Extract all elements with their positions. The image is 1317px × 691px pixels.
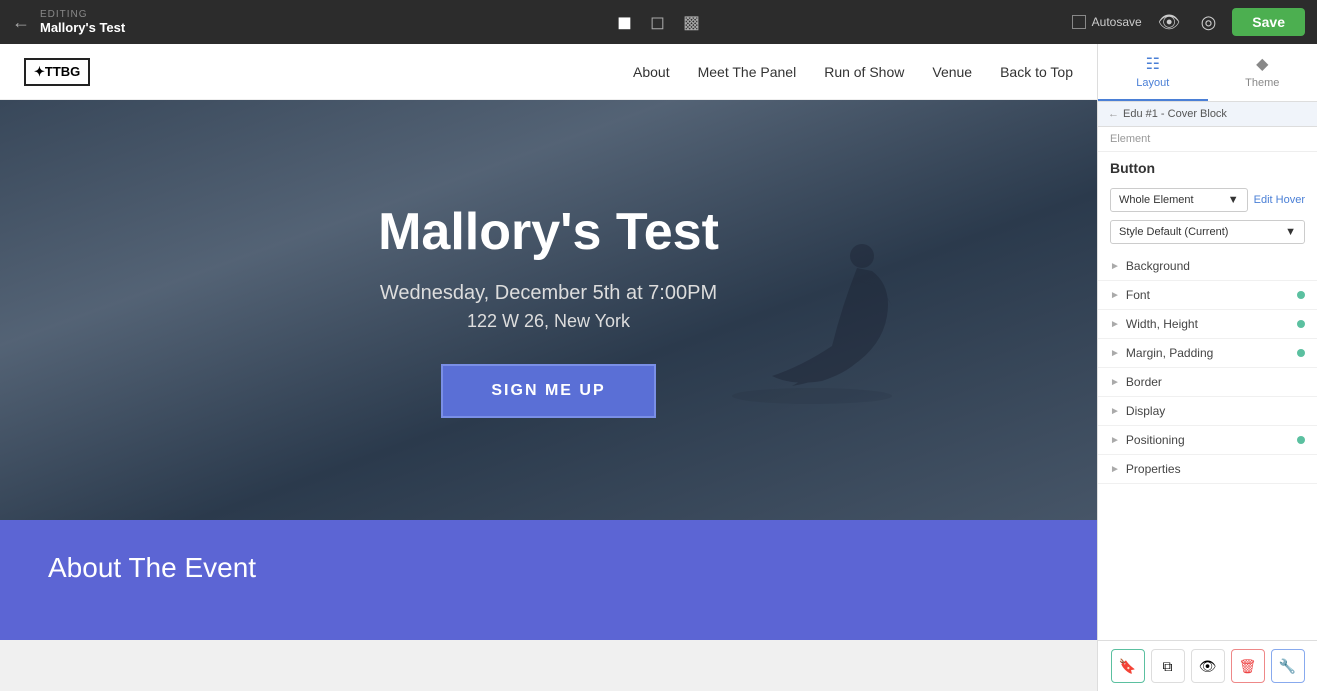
- prop-label-font: Font: [1126, 288, 1297, 302]
- settings-button[interactable]: 🔧: [1271, 649, 1305, 683]
- theme-tab-label: Theme: [1245, 77, 1279, 89]
- prop-row-font[interactable]: ► Font: [1098, 281, 1317, 310]
- device-switcher: ◼ ◻ ▩: [613, 8, 704, 37]
- tab-theme[interactable]: ◆ Theme: [1208, 44, 1317, 101]
- editing-label: EDITING Mallory's Test: [40, 9, 125, 35]
- hero-content: Mallory's Test Wednesday, December 5th a…: [378, 202, 719, 418]
- prop-label-properties: Properties: [1126, 462, 1305, 476]
- prop-arrow-icon: ►: [1110, 406, 1120, 417]
- site-nav-links: About Meet The Panel Run of Show Venue B…: [633, 64, 1073, 80]
- prop-arrow-icon: ►: [1110, 464, 1120, 475]
- prop-label-width-height: Width, Height: [1126, 317, 1297, 331]
- prop-arrow-icon: ►: [1110, 319, 1120, 330]
- prop-dot-width-height: [1297, 320, 1305, 328]
- logo-box: ✦TTBG: [24, 58, 90, 86]
- prop-dot-font: [1297, 291, 1305, 299]
- autosave-checkbox[interactable]: [1072, 15, 1086, 29]
- nav-link-back-to-top[interactable]: Back to Top: [1000, 64, 1073, 80]
- editor-bar-left: ← EDITING Mallory's Test: [12, 9, 125, 35]
- prop-label-border: Border: [1126, 375, 1305, 389]
- delete-button[interactable]: 🗑: [1231, 649, 1265, 683]
- panel-property-list: ► Background ► Font ► Width, Height ► Ma…: [1098, 252, 1317, 640]
- breadcrumb-text: Edu #1 - Cover Block: [1123, 108, 1227, 120]
- prop-dot-positioning: [1297, 436, 1305, 444]
- nav-link-venue[interactable]: Venue: [932, 64, 972, 80]
- prop-row-border[interactable]: ► Border: [1098, 368, 1317, 397]
- prop-row-margin-padding[interactable]: ► Margin, Padding: [1098, 339, 1317, 368]
- site-logo: ✦TTBG: [24, 58, 90, 86]
- prop-dot-margin-padding: [1297, 349, 1305, 357]
- desktop-device-button[interactable]: ◼: [613, 8, 636, 37]
- editing-page-name: Mallory's Test: [40, 20, 125, 35]
- prop-label-positioning: Positioning: [1126, 433, 1297, 447]
- whole-element-dropdown[interactable]: Whole Element ▼: [1110, 188, 1248, 212]
- prop-row-positioning[interactable]: ► Positioning: [1098, 426, 1317, 455]
- bookmark-button[interactable]: 🔖: [1111, 649, 1145, 683]
- panel-tabs: ☷ Layout ◆ Theme: [1098, 44, 1317, 102]
- nav-link-run-of-show[interactable]: Run of Show: [824, 64, 904, 80]
- panel-breadcrumb[interactable]: ← Edu #1 - Cover Block: [1098, 102, 1317, 127]
- whole-element-label: Whole Element: [1119, 194, 1194, 206]
- preview-button[interactable]: 👁: [1154, 8, 1185, 37]
- about-section: About The Event: [0, 520, 1097, 640]
- autosave-area: Autosave: [1072, 15, 1142, 29]
- collaborate-button[interactable]: ◎: [1197, 8, 1221, 37]
- edit-hover-link[interactable]: Edit Hover: [1254, 194, 1305, 206]
- panel-dropdown-row: Whole Element ▼ Edit Hover: [1098, 184, 1317, 220]
- back-button[interactable]: ←: [12, 12, 30, 33]
- copy-button[interactable]: ⧉: [1151, 649, 1185, 683]
- prop-arrow-icon: ►: [1110, 377, 1120, 388]
- editing-text: EDITING: [40, 9, 125, 20]
- hero-cta-button[interactable]: SIGN ME UP: [441, 364, 655, 418]
- prop-row-display[interactable]: ► Display: [1098, 397, 1317, 426]
- main-layout: ✦TTBG About Meet The Panel Run of Show V…: [0, 44, 1317, 691]
- style-select-arrow-icon: ▼: [1285, 226, 1296, 238]
- canvas-area: ✦TTBG About Meet The Panel Run of Show V…: [0, 44, 1097, 691]
- surfer-silhouette: [732, 226, 932, 426]
- dropdown-arrow-icon: ▼: [1228, 194, 1239, 206]
- theme-tab-icon: ◆: [1256, 54, 1268, 74]
- prop-label-margin-padding: Margin, Padding: [1126, 346, 1297, 360]
- panel-actions: 🔖 ⧉ 👁 🗑 🔧: [1098, 640, 1317, 691]
- prop-arrow-icon: ►: [1110, 261, 1120, 272]
- about-title: About The Event: [48, 552, 1049, 584]
- autosave-label: Autosave: [1092, 15, 1142, 29]
- nav-link-meet-the-panel[interactable]: Meet The Panel: [698, 64, 797, 80]
- prop-row-width-height[interactable]: ► Width, Height: [1098, 310, 1317, 339]
- editor-bar: ← EDITING Mallory's Test ◼ ◻ ▩ Autosave …: [0, 0, 1317, 44]
- prop-row-background[interactable]: ► Background: [1098, 252, 1317, 281]
- style-select[interactable]: Style Default (Current) ▼: [1110, 220, 1305, 244]
- hero-title: Mallory's Test: [378, 202, 719, 262]
- prop-arrow-icon: ►: [1110, 348, 1120, 359]
- tab-layout[interactable]: ☷ Layout: [1098, 44, 1208, 101]
- editor-bar-right: Autosave 👁 ◎ Save: [1072, 8, 1305, 37]
- mobile-device-button[interactable]: ▩: [679, 8, 704, 37]
- tablet-device-button[interactable]: ◻: [646, 8, 669, 37]
- save-button[interactable]: Save: [1232, 8, 1305, 36]
- hide-button[interactable]: 👁: [1191, 649, 1225, 683]
- layout-tab-label: Layout: [1136, 77, 1169, 89]
- hero-address: 122 W 26, New York: [378, 311, 719, 332]
- layout-tab-icon: ☷: [1146, 54, 1160, 74]
- hero-date: Wednesday, December 5th at 7:00PM: [378, 282, 719, 305]
- site-nav: ✦TTBG About Meet The Panel Run of Show V…: [0, 44, 1097, 100]
- prop-arrow-icon: ►: [1110, 435, 1120, 446]
- breadcrumb-arrow: ←: [1108, 108, 1119, 120]
- prop-label-display: Display: [1126, 404, 1305, 418]
- prop-arrow-icon: ►: [1110, 290, 1120, 301]
- right-panel: ☷ Layout ◆ Theme ← Edu #1 - Cover Block …: [1097, 44, 1317, 691]
- panel-element-label: Element: [1098, 127, 1317, 152]
- prop-row-properties[interactable]: ► Properties: [1098, 455, 1317, 484]
- nav-link-about[interactable]: About: [633, 64, 670, 80]
- panel-section-title: Button: [1098, 152, 1317, 184]
- hero-section: Mallory's Test Wednesday, December 5th a…: [0, 100, 1097, 520]
- prop-label-background: Background: [1126, 259, 1305, 273]
- style-select-label: Style Default (Current): [1119, 226, 1228, 238]
